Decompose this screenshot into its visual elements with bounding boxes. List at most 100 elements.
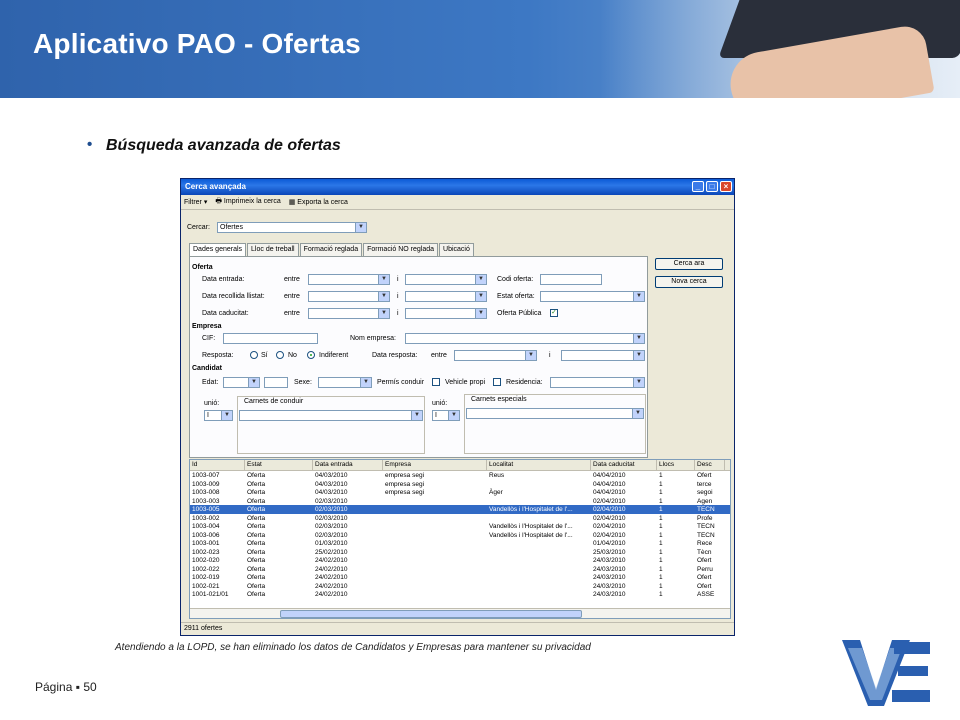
data-caducitat-to[interactable]: ▼ [405,308,487,319]
table-cell: 25/03/2010 [593,548,626,556]
data-recollida-from[interactable]: ▼ [308,291,390,302]
table-row[interactable]: 1002-019 Oferta 24/02/2010 24/03/2010 1 Ofert [190,573,730,582]
column-header[interactable]: Data entrada [313,460,383,470]
empresa-section: Empresa [192,323,222,330]
data-entrada-to[interactable]: ▼ [405,274,487,285]
sexe-select[interactable]: ▼ [318,377,372,388]
vehicle-checkbox[interactable] [493,378,501,386]
tab-formacio-reglada[interactable]: Formació reglada [299,243,363,257]
table-cell [487,582,591,591]
residencia-label: Residencia: [506,379,543,386]
data-resposta-to[interactable]: ▼ [561,350,645,361]
chevron-down-icon: ▼ [355,223,366,232]
table-cell: 24/02/2010 [315,574,348,581]
table-row[interactable]: 1003-002 Oferta 02/03/2010 02/04/2010 1 Profe [190,514,730,523]
toolbar: Filtrer ▾ 🖶 Imprimeix la cerca ▦ Exporta… [181,195,734,210]
carnets-conduir-select[interactable]: ▼ [239,410,423,421]
carnets-especials-select[interactable]: ▼ [466,408,644,419]
table-row[interactable]: 1002-021 Oferta 24/02/2010 24/03/2010 1 Ofert [190,582,730,591]
unio-especials-select[interactable]: I ▼ [432,410,460,421]
nom-empresa-select[interactable]: ▼ [405,333,645,344]
column-header[interactable]: Data caducitat [591,460,657,470]
table-cell [383,556,487,565]
table-cell: Vandellòs i l'Hospitalet de l'... [489,523,573,530]
table-row[interactable]: 1003-003 Oferta 02/03/2010 02/04/2010 1 Agen [190,497,730,506]
table-cell: Oferta [247,557,266,564]
codi-oferta-label: Codi oferta: [497,276,534,283]
table-row[interactable]: 1002-020 Oferta 24/02/2010 24/03/2010 1 Ofert [190,556,730,565]
estat-oferta-select[interactable]: ▼ [540,291,645,302]
bullet-text: Búsqueda avanzada de ofertas [106,137,341,154]
table-row[interactable]: 1003-009 Oferta 04/03/2010 empresa segi 04/0… [190,480,730,489]
unio-conduir-select[interactable]: I ▼ [204,410,233,421]
table-cell: Oferta [247,548,266,556]
resposta-si-radio[interactable] [250,351,258,359]
tab-lloc-treball[interactable]: Lloc de treball [247,243,299,257]
table-row[interactable]: 1003-008 Oferta 04/03/2010 empresa segi Àger… [190,488,730,497]
tab-dades-generals[interactable]: Dades generals [189,243,247,257]
search-now-button[interactable]: Cerca ara [655,258,723,270]
filter-button[interactable]: Filtrer ▾ [184,198,207,206]
data-caducitat-label: Data caducitat: [202,310,249,317]
table-cell: Oferta [247,489,266,496]
table-cell: Ofert [697,574,712,581]
column-header[interactable]: Id [190,460,245,470]
close-icon[interactable]: × [720,181,732,192]
table-cell: 02/03/2010 [315,497,348,505]
table-cell: Oferta [247,480,266,488]
table-cell: 04/04/2010 [593,472,626,479]
minimize-icon[interactable]: _ [692,181,704,192]
column-header[interactable]: Empresa [383,460,487,470]
table-row[interactable]: 1003-001 Oferta 01/03/2010 01/04/2010 1 Rece [190,539,730,548]
entre-label: entre [284,310,300,317]
search-type-select[interactable]: Ofertes ▼ [217,222,367,233]
table-cell: Àger [489,489,503,496]
table-cell: 1 [659,506,663,513]
resposta-si-label: Sí [261,352,268,359]
table-cell: Oferta [247,540,266,547]
edat-value-input[interactable] [264,377,288,388]
table-cell: 02/03/2010 [315,506,348,513]
results-grid: Id Estat Data entrada Empresa Localitat Data … [189,459,731,619]
resposta-indiferent-radio[interactable] [307,351,315,359]
codi-oferta-input[interactable] [540,274,602,285]
table-row[interactable]: 1003-005 Oferta 02/03/2010 Vandellòs i l'Ho… [190,505,730,514]
resposta-no-radio[interactable] [276,351,284,359]
table-cell: empresa segi [385,472,425,479]
permis-checkbox[interactable] [432,378,440,386]
edat-select[interactable]: ▼ [223,377,260,388]
table-row[interactable]: 1001-021/01 Oferta 24/02/2010 24/03/2010 1 AS… [190,590,730,599]
table-row[interactable]: 1003-007 Oferta 04/03/2010 empresa segi Reus… [190,471,730,480]
table-row[interactable]: 1002-022 Oferta 24/02/2010 24/03/2010 1 Perru [190,565,730,574]
new-search-button[interactable]: Nova cerca [655,276,723,288]
table-row[interactable]: 1003-004 Oferta 02/03/2010 Vandellòs i l'Ho… [190,522,730,531]
horizontal-scrollbar[interactable] [190,608,730,618]
table-row[interactable]: 1003-006 Oferta 02/03/2010 Vandellòs i l'Ho… [190,531,730,540]
table-row[interactable]: 1002-023 Oferta 25/02/2010 25/03/2010 1 Tècn [190,548,730,557]
column-header[interactable]: Llocs [657,460,695,470]
export-button[interactable]: ▦ Exporta la cerca [289,198,348,206]
data-entrada-from[interactable]: ▼ [308,274,390,285]
printer-icon: 🖶 [215,197,222,205]
data-recollida-to[interactable]: ▼ [405,291,487,302]
column-header[interactable]: Estat [245,460,313,470]
tab-ubicacio[interactable]: Ubicació [439,243,474,257]
table-cell [383,539,487,548]
search-type-value: Ofertes [220,224,243,231]
residencia-select[interactable]: ▼ [550,377,645,388]
maximize-icon[interactable]: □ [706,181,718,192]
column-header[interactable]: Localitat [487,460,591,470]
tab-formacio-no-reglada[interactable]: Formació NO reglada [363,243,439,257]
oferta-publica-checkbox[interactable]: ✓ [550,309,558,317]
data-resposta-from[interactable]: ▼ [454,350,537,361]
permis-label: Permís conduir [377,379,425,386]
column-header[interactable]: Desc [695,460,725,470]
scroll-thumb[interactable] [280,610,582,618]
chevron-down-icon: ▼ [525,351,536,360]
table-cell: 1002-023 [192,548,220,556]
chevron-down-icon: ▼ [221,411,232,420]
print-button[interactable]: 🖶 Imprimeix la cerca [215,197,280,208]
chevron-down-icon: ▼ [378,309,389,318]
cif-input[interactable] [223,333,318,344]
data-caducitat-from[interactable]: ▼ [308,308,390,319]
